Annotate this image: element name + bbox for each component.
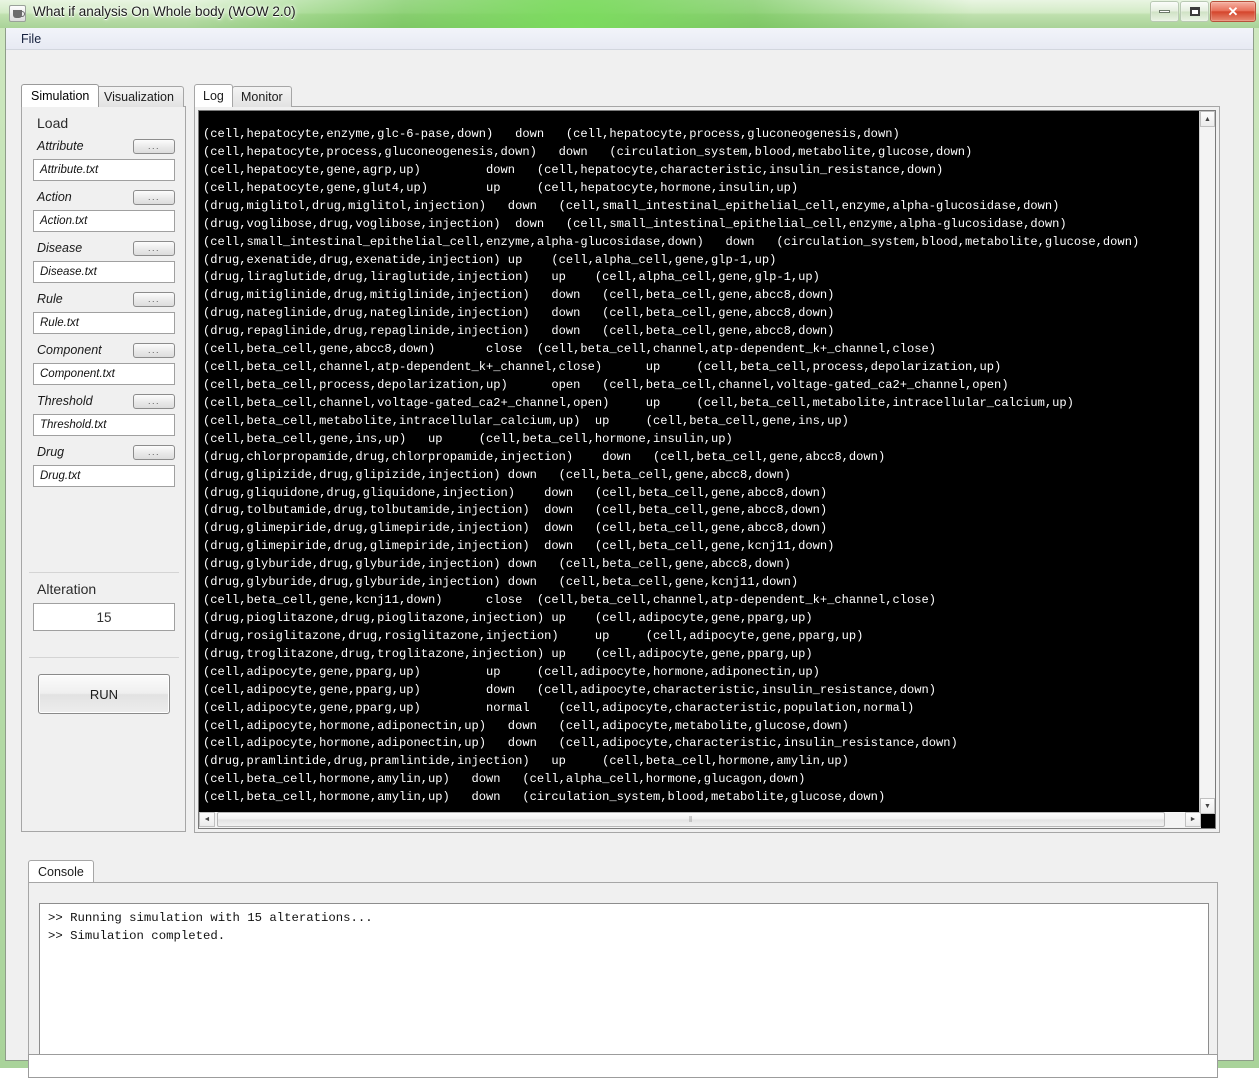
- tab-console[interactable]: Console: [28, 860, 94, 883]
- run-button[interactable]: RUN: [38, 674, 170, 714]
- console-output[interactable]: >> Running simulation with 15 alteration…: [39, 903, 1209, 1077]
- rule-input[interactable]: Rule.txt: [33, 312, 175, 334]
- action-row: Action ...: [33, 188, 175, 209]
- drug-input[interactable]: Drug.txt: [33, 465, 175, 487]
- log-output-area[interactable]: (cell,hepatocyte,enzyme,glc-6-pase,down)…: [198, 110, 1216, 829]
- tab-visualization[interactable]: Visualization: [94, 86, 184, 107]
- load-group-title: Load: [37, 115, 69, 131]
- console-tab-row: Console: [28, 860, 1218, 883]
- rule-browse-button[interactable]: ...: [133, 292, 175, 307]
- close-button[interactable]: ✕: [1210, 1, 1256, 22]
- tab-simulation[interactable]: Simulation: [21, 84, 100, 107]
- drug-browse-button[interactable]: ...: [133, 445, 175, 460]
- tab-log[interactable]: Log: [194, 84, 233, 107]
- scroll-up-icon[interactable]: ▲: [1200, 111, 1215, 127]
- log-tab-panel: (cell,hepatocyte,enzyme,glc-6-pase,down)…: [194, 106, 1220, 833]
- menu-file[interactable]: File: [16, 31, 46, 47]
- window-title: What if analysis On Whole body (WOW 2.0): [33, 4, 296, 19]
- hscroll-thumb[interactable]: ‖: [217, 812, 1165, 827]
- run-group: RUN: [29, 657, 179, 737]
- scroll-right-icon[interactable]: ►: [1185, 812, 1201, 827]
- attribute-input[interactable]: Attribute.txt: [33, 159, 175, 181]
- attribute-browse-button[interactable]: ...: [133, 139, 175, 154]
- component-label: Component: [37, 343, 102, 357]
- tab-monitor[interactable]: Monitor: [232, 86, 292, 107]
- scroll-down-icon[interactable]: ▼: [1200, 798, 1215, 814]
- threshold-row: Threshold ...: [33, 392, 175, 413]
- application-window: What if analysis On Whole body (WOW 2.0)…: [0, 0, 1259, 1078]
- log-panel: Log Monitor (cell,hepatocyte,enzyme,glc-…: [194, 84, 1220, 833]
- log-horizontal-scrollbar[interactable]: ◄ ‖ ►: [199, 812, 1201, 828]
- rule-row: Rule ...: [33, 290, 175, 311]
- drug-row: Drug ...: [33, 443, 175, 464]
- load-group: Load Attribute ... Attribute.txt Action …: [29, 107, 179, 572]
- attribute-row: Attribute ...: [33, 137, 175, 158]
- maximize-button[interactable]: [1180, 1, 1209, 22]
- alteration-group: Alteration 15: [29, 572, 179, 657]
- close-icon: ✕: [1227, 4, 1239, 19]
- client-area: File Simulation Visualization Load Attri…: [5, 28, 1254, 1078]
- disease-row: Disease ...: [33, 239, 175, 260]
- disease-browse-button[interactable]: ...: [133, 241, 175, 256]
- alteration-group-title: Alteration: [37, 581, 97, 597]
- drug-label: Drug: [37, 445, 65, 459]
- threshold-browse-button[interactable]: ...: [133, 394, 175, 409]
- minimize-button[interactable]: [1150, 1, 1179, 22]
- action-label: Action: [37, 190, 72, 204]
- threshold-label: Threshold: [37, 394, 93, 408]
- action-browse-button[interactable]: ...: [133, 190, 175, 205]
- rule-label: Rule: [37, 292, 63, 306]
- component-row: Component ...: [33, 341, 175, 362]
- java-cup-icon: [9, 5, 26, 22]
- disease-label: Disease: [37, 241, 83, 255]
- component-browse-button[interactable]: ...: [133, 343, 175, 358]
- window-controls: ✕: [1150, 1, 1257, 22]
- log-vertical-scrollbar[interactable]: ▲ ▼: [1199, 111, 1215, 814]
- alteration-input[interactable]: 15: [33, 603, 175, 631]
- console-panel: >> Running simulation with 15 alteration…: [28, 882, 1218, 1077]
- menu-bar: File: [6, 28, 1253, 50]
- attribute-label: Attribute: [37, 139, 84, 153]
- disease-input[interactable]: Disease.txt: [33, 261, 175, 283]
- log-text: (cell,hepatocyte,enzyme,glc-6-pase,down)…: [203, 127, 1140, 805]
- maximize-icon: [1189, 7, 1200, 16]
- console-section: Console >> Running simulation with 15 al…: [28, 860, 1218, 1078]
- console-command-input[interactable]: [28, 1054, 1218, 1078]
- title-bar: What if analysis On Whole body (WOW 2.0)…: [0, 0, 1259, 28]
- log-tab-row: Log Monitor: [194, 84, 1220, 107]
- threshold-input[interactable]: Threshold.txt: [33, 414, 175, 436]
- simulation-tab-panel: Load Attribute ... Attribute.txt Action …: [21, 106, 186, 832]
- action-input[interactable]: Action.txt: [33, 210, 175, 232]
- left-tab-row: Simulation Visualization: [21, 84, 186, 107]
- component-input[interactable]: Component.txt: [33, 363, 175, 385]
- left-panel: Simulation Visualization Load Attribute …: [21, 84, 186, 832]
- minimize-icon: [1159, 10, 1170, 13]
- scroll-left-icon[interactable]: ◄: [199, 812, 215, 827]
